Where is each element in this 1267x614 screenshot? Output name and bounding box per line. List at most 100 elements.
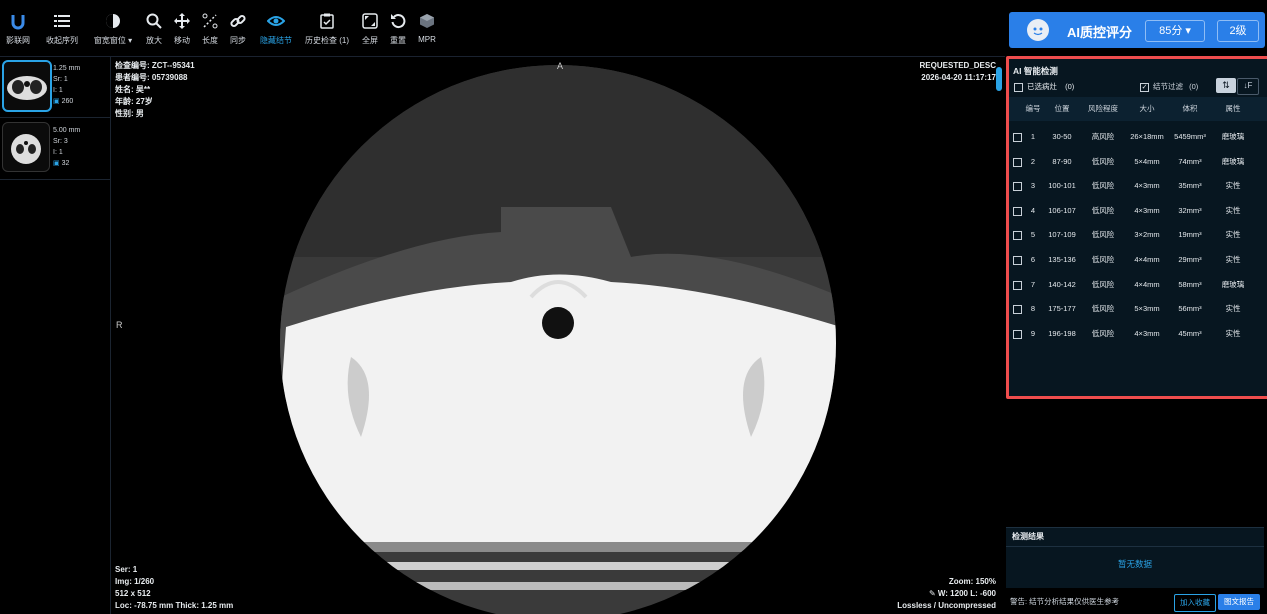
nodule-position: 87-90 bbox=[1052, 156, 1072, 166]
series-thumbnails: 1.25 mm Sr: 1 I: 1 ▣ 260 5.00 mm Sr: 3 I… bbox=[0, 57, 111, 614]
logo-icon bbox=[11, 15, 25, 30]
selected-label: 已选病灶 bbox=[1027, 82, 1057, 91]
sort-asc-icon[interactable]: ⇅ bbox=[1216, 78, 1236, 93]
images-icon: ▣ bbox=[53, 98, 60, 105]
series-number: Sr: 1 bbox=[53, 76, 68, 83]
nodule-row[interactable]: 6 135-136 低风险 4×4mm 29mm³ 实性 bbox=[1009, 248, 1267, 272]
series-number: Sr: 3 bbox=[53, 138, 68, 145]
contrast-icon bbox=[106, 14, 120, 28]
toolbar-label: 隐藏结节 bbox=[260, 36, 292, 45]
column-header: 编号 bbox=[1025, 104, 1041, 113]
nodule-row[interactable]: 9 196-198 低风险 4×3mm 45mm³ 实性 bbox=[1009, 322, 1267, 346]
nodule-size: 4×4mm bbox=[1134, 255, 1160, 264]
nodule-volume: 5459mm³ bbox=[1174, 132, 1206, 141]
footer-bar: 警告: 结节分析结果仅供医生参考 加入收藏 图文报告 bbox=[1006, 590, 1266, 614]
nodule-filter: 结节过滤 (0) bbox=[1153, 81, 1198, 92]
nodule-size: 4×3mm bbox=[1134, 205, 1160, 215]
patient-info: 检查编号: ZCT--95341 患者编号: 05739088 姓名: 吴** … bbox=[115, 60, 195, 120]
nodule-position: 100-101 bbox=[1048, 181, 1076, 191]
collapse-series-button[interactable]: 收起序列 bbox=[40, 10, 84, 46]
nodule-position: 106-107 bbox=[1048, 205, 1076, 215]
ai-quality-title: AI质控评分 bbox=[1067, 25, 1133, 40]
series-preview-image bbox=[2, 122, 50, 172]
nodule-number: 9 bbox=[1030, 328, 1036, 338]
image-viewport[interactable]: 检查编号: ZCT--95341 患者编号: 05739088 姓名: 吴** … bbox=[111, 57, 1004, 614]
window-level-button[interactable]: 窗宽窗位 ▾ bbox=[91, 10, 135, 46]
nodule-number: 3 bbox=[1030, 181, 1036, 191]
series-thickness: 5.00 mm bbox=[53, 127, 81, 134]
image-label: Img: 1/260 bbox=[115, 577, 155, 586]
filter-label: 结节过滤 bbox=[1153, 82, 1183, 91]
nodule-position: 175-177 bbox=[1048, 304, 1076, 314]
nodule-row[interactable]: 1 30-50 高风险 26×18mm 5459mm³ 磨玻璃 bbox=[1009, 125, 1267, 149]
filter-count: (0) bbox=[1189, 82, 1199, 91]
nodule-type: 磨玻璃 bbox=[1221, 279, 1245, 289]
scrollbar-thumb[interactable] bbox=[996, 67, 1002, 91]
display-info: Zoom: 150% ✎ W: 1200 L: -600 Lossless / … bbox=[897, 576, 996, 612]
nodule-volume: 19mm³ bbox=[1178, 230, 1202, 240]
nodule-volume: 32mm³ bbox=[1178, 205, 1202, 215]
nodule-number: 6 bbox=[1030, 255, 1036, 264]
compression-label: Lossless / Uncompressed bbox=[897, 601, 996, 610]
exam-id: 检查编号: ZCT--95341 bbox=[115, 61, 195, 70]
toolbar-label: 收起序列 bbox=[46, 36, 78, 45]
nodule-row[interactable]: 8 175-177 低风险 5×3mm 56mm³ 实性 bbox=[1009, 297, 1267, 321]
nodule-risk: 低风险 bbox=[1091, 230, 1115, 240]
series-count: 260 bbox=[61, 98, 74, 105]
series-label: Ser: 1 bbox=[115, 565, 138, 574]
nodule-number: 5 bbox=[1030, 230, 1036, 240]
series-image-index: I: 1 bbox=[53, 87, 63, 94]
series-info: Ser: 1 Img: 1/260 512 x 512 Loc: -78.75 … bbox=[115, 564, 233, 612]
history-button[interactable]: 历史检查 (1) bbox=[305, 10, 349, 46]
nodule-volume: 35mm³ bbox=[1178, 181, 1202, 191]
column-header: 体积 bbox=[1182, 104, 1198, 113]
nodule-type: 磨玻璃 bbox=[1221, 132, 1245, 141]
eye-icon bbox=[267, 16, 285, 26]
nodule-risk: 低风险 bbox=[1091, 304, 1115, 314]
table-header: 编号 位置 风险程度 大小 体积 属性 bbox=[1009, 97, 1267, 121]
column-header: 大小 bbox=[1139, 104, 1155, 113]
nodule-size: 4×4mm bbox=[1134, 279, 1160, 289]
robot-icon bbox=[1027, 19, 1049, 41]
nodule-number: 7 bbox=[1030, 279, 1036, 289]
nodule-volume: 45mm³ bbox=[1178, 328, 1202, 338]
score-dropdown[interactable]: 85分 ▾ bbox=[1145, 20, 1205, 42]
images-icon: ▣ bbox=[53, 160, 60, 167]
patient-sex: 性别: 男 bbox=[115, 109, 144, 118]
add-favorite-button[interactable]: 加入收藏 bbox=[1174, 594, 1216, 612]
report-button[interactable]: 图文报告 bbox=[1218, 594, 1260, 610]
ai-detection-panel: AI 智能检测 已选病灶 (0) ✓ 结节过滤 (0) ⇅ ↓F 编号 位置 风… bbox=[1006, 56, 1267, 399]
hide-nodule-button[interactable]: 隐藏结节 bbox=[254, 10, 298, 46]
nodule-type: 实性 bbox=[1225, 328, 1241, 338]
nodule-row[interactable]: 3 100-101 低风险 4×3mm 35mm³ 实性 bbox=[1009, 174, 1267, 198]
mpr-button[interactable]: MPR bbox=[405, 10, 449, 44]
nodule-row[interactable]: 7 140-142 低风险 4×4mm 58mm³ 磨玻璃 bbox=[1009, 273, 1267, 297]
series-image-index: I: 1 bbox=[53, 149, 63, 156]
toolbar-label: 影联网 bbox=[6, 36, 30, 45]
nodule-row[interactable]: 5 107-109 低风险 3×2mm 19mm³ 实性 bbox=[1009, 223, 1267, 247]
ai-quality-header: AI质控评分 85分 ▾ 2级 bbox=[1009, 12, 1265, 48]
cube-icon bbox=[420, 14, 434, 28]
nodule-position: 140-142 bbox=[1048, 279, 1076, 289]
filter-checkbox[interactable]: ✓ bbox=[1140, 83, 1149, 92]
toolbar-label: 历史检查 (1) bbox=[305, 36, 349, 45]
nodule-size: 3×2mm bbox=[1134, 230, 1160, 240]
nodule-row[interactable]: 2 87-90 低风险 5×4mm 74mm³ 磨玻璃 bbox=[1009, 150, 1267, 174]
edit-icon[interactable]: ✎ bbox=[929, 589, 936, 598]
sort-desc-icon[interactable]: ↓F bbox=[1237, 78, 1259, 95]
ct-image bbox=[280, 65, 836, 614]
series-thumbnail[interactable]: 1.25 mm Sr: 1 I: 1 ▣ 260 bbox=[0, 57, 110, 118]
patient-age: 年龄: 27岁 bbox=[115, 97, 153, 106]
nodule-risk: 低风险 bbox=[1091, 156, 1115, 166]
nodule-risk: 低风险 bbox=[1091, 181, 1115, 191]
orientation-left: R bbox=[116, 320, 123, 330]
selected-checkbox[interactable] bbox=[1014, 83, 1023, 92]
divider bbox=[1006, 546, 1264, 547]
nodule-row[interactable]: 4 106-107 低风险 4×3mm 32mm³ 实性 bbox=[1009, 199, 1267, 223]
nodule-risk: 低风险 bbox=[1091, 205, 1115, 215]
series-thumbnail[interactable]: 5.00 mm Sr: 3 I: 1 ▣ 32 bbox=[0, 119, 110, 180]
logo-button[interactable]: 影联网 bbox=[0, 10, 40, 46]
selected-count: (0) bbox=[1065, 82, 1075, 91]
nodule-type: 实性 bbox=[1225, 205, 1241, 215]
window-level-label: W: 1200 L: -600 bbox=[937, 589, 996, 598]
